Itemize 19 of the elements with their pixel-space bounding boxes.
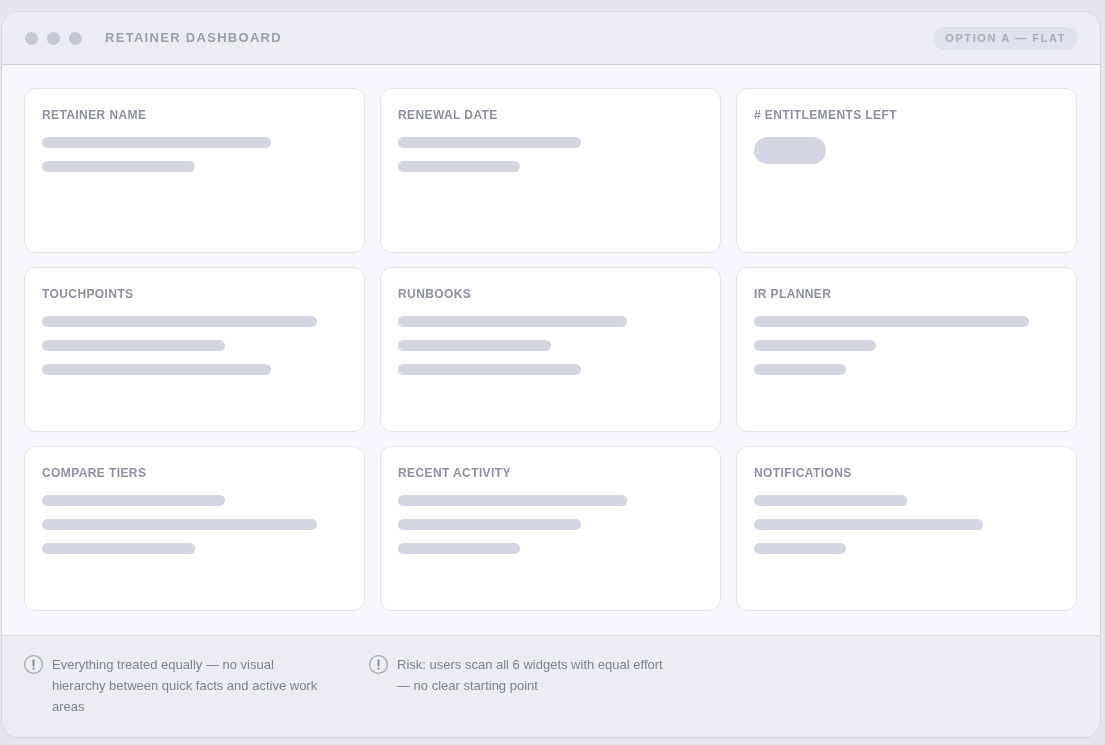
widget-title: RECENT ACTIVITY [398, 465, 512, 481]
option-label: OPTION A — FLAT [933, 26, 1077, 50]
exclamation-circle-icon [369, 655, 388, 674]
widget-title: RENEWAL DATE [398, 107, 499, 123]
window-dot-icon [69, 31, 82, 45]
placeholder-pill [754, 137, 826, 164]
widget-title: IR PLANNER [754, 286, 833, 302]
note-text: Everything treated equally — no visual hierarchy between quick facts and active work areas [52, 656, 319, 716]
window-dot-icon [47, 31, 60, 45]
window-dot-icon [25, 31, 38, 45]
note-text: Risk: users scan all 6 widgets with equal effort — no clear starting point [397, 656, 664, 695]
widget-title: NOTIFICATIONS [754, 465, 853, 481]
widget-title: # ENTITLEMENTS LEFT [754, 107, 898, 123]
widget-title: TOUCHPOINTS [42, 286, 135, 302]
exclamation-circle-icon [24, 655, 43, 674]
window-title: RETAINER DASHBOARD [105, 29, 282, 48]
widget-title: RUNBOOKS [398, 286, 473, 302]
widget-title: COMPARE TIERS [42, 465, 148, 481]
widget-title: RETAINER NAME [42, 107, 148, 123]
